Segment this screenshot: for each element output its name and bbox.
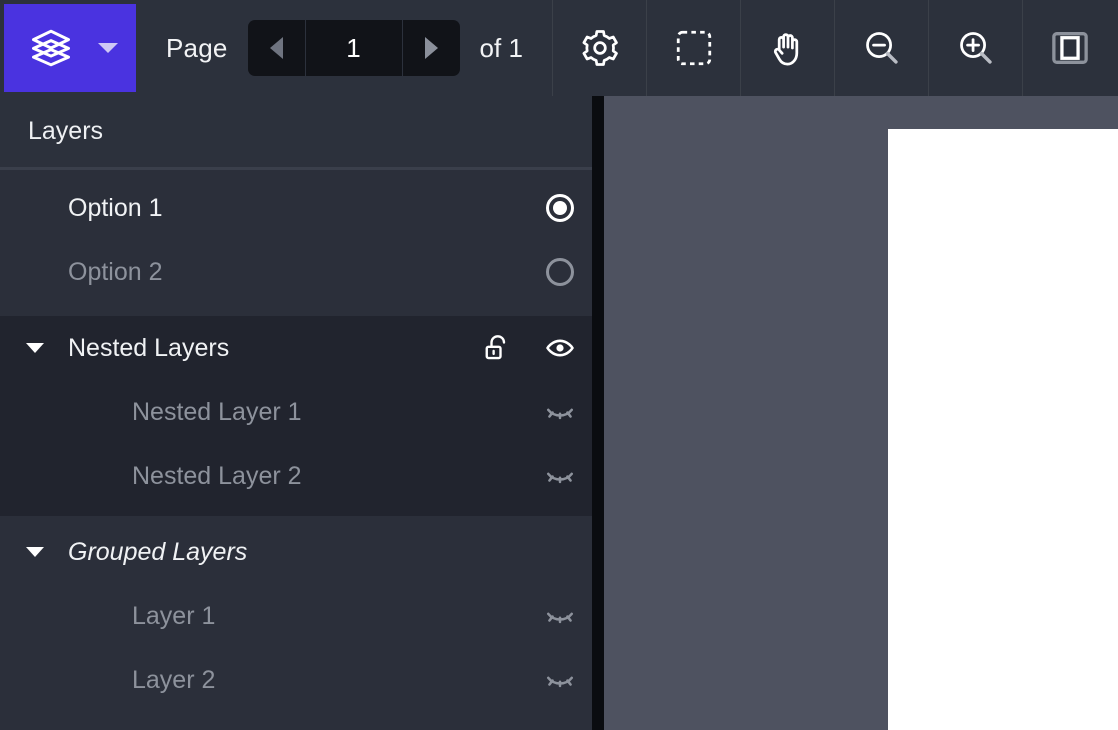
eye-off-icon — [547, 676, 573, 688]
visibility-toggle-button[interactable] — [528, 332, 592, 364]
layers-stack-icon — [32, 29, 70, 67]
page-navigation-group: Page of 1 — [140, 0, 523, 96]
page-number-input[interactable] — [305, 20, 402, 76]
gear-icon — [581, 30, 618, 66]
page-count-label: of 1 — [479, 32, 523, 63]
layer-row-layer-1[interactable]: Layer 1 — [0, 584, 592, 648]
zoom-out-button[interactable] — [834, 0, 928, 96]
row-controls — [464, 316, 592, 380]
pan-button[interactable] — [740, 0, 834, 96]
unlock-toggle-button[interactable] — [464, 333, 528, 363]
disclosure-triangle-down-icon[interactable] — [26, 547, 44, 557]
eye-icon — [546, 339, 574, 357]
layer-label: Option 1 — [68, 193, 163, 222]
page-label: Page — [166, 32, 228, 63]
document-page[interactable] — [888, 129, 1118, 730]
layer-label: Layer 2 — [132, 665, 216, 694]
magnifier-minus-icon — [865, 32, 898, 64]
row-controls — [528, 380, 592, 444]
panel-divider[interactable] — [592, 96, 604, 730]
layer-row-option-1[interactable]: Option 1 — [0, 176, 592, 240]
toolbar-tool-buttons — [552, 0, 1116, 96]
radio-selected-icon — [546, 194, 574, 222]
radio-button-option-1[interactable] — [528, 194, 592, 222]
hand-icon — [773, 33, 798, 66]
layer-label: Option 2 — [68, 257, 163, 286]
eye-off-icon — [547, 408, 573, 420]
previous-page-button[interactable] — [247, 20, 306, 76]
layers-panel: Layers Option 1 Option 2 Nested Layers N… — [0, 96, 592, 730]
layer-label: Nested Layers — [68, 333, 230, 362]
visibility-toggle-button[interactable] — [528, 396, 592, 428]
layer-label: Nested Layer 2 — [132, 461, 302, 490]
disclosure-triangle-down-icon[interactable] — [26, 343, 44, 353]
unlock-icon — [485, 335, 506, 360]
layers-section-options: Option 1 Option 2 — [0, 176, 592, 310]
app-root: Page of 1 — [0, 0, 1118, 730]
settings-button[interactable] — [552, 0, 646, 96]
toolbar: Page of 1 — [0, 0, 1118, 96]
next-page-button[interactable] — [401, 20, 460, 76]
radio-dot — [553, 201, 567, 215]
magnifier-plus-icon — [959, 32, 992, 64]
chevron-down-icon — [98, 43, 118, 53]
layers-panel-header: Layers — [0, 96, 592, 170]
layer-row-layer-2[interactable]: Layer 2 — [0, 648, 592, 712]
zoom-in-button[interactable] — [928, 0, 1022, 96]
panel-title: Layers — [28, 117, 104, 145]
triangle-right-icon — [424, 37, 438, 59]
page-panel-icon — [1051, 32, 1088, 64]
eye-off-icon — [547, 612, 573, 624]
layer-row-nested-layer-1[interactable]: Nested Layer 1 — [0, 380, 592, 444]
row-controls — [528, 240, 592, 304]
visibility-toggle-button[interactable] — [528, 600, 592, 632]
layer-row-nested-layers-group[interactable]: Nested Layers — [0, 316, 592, 380]
visibility-toggle-button[interactable] — [528, 664, 592, 696]
triangle-left-icon — [269, 37, 283, 59]
eye-off-icon — [547, 472, 573, 484]
layer-label: Layer 1 — [132, 601, 216, 630]
layer-label: Grouped Layers — [68, 537, 248, 566]
document-canvas[interactable] — [604, 96, 1118, 730]
layers-section-nested: Nested Layers Nested Layer 1 Nested Laye… — [0, 316, 592, 516]
page-layout-button[interactable] — [1022, 0, 1116, 96]
row-controls — [528, 648, 592, 712]
row-controls — [528, 584, 592, 648]
row-controls — [528, 444, 592, 508]
layer-label: Nested Layer 1 — [132, 397, 302, 426]
row-controls — [528, 176, 592, 240]
dashed-rectangle-icon — [676, 30, 711, 66]
marquee-select-button[interactable] — [646, 0, 740, 96]
layer-row-grouped-layers-group[interactable]: Grouped Layers — [0, 520, 592, 584]
layers-panel-toggle-button[interactable] — [4, 4, 136, 92]
layer-row-nested-layer-2[interactable]: Nested Layer 2 — [0, 444, 592, 508]
radio-unselected-icon — [546, 258, 574, 286]
layers-section-grouped: Grouped Layers Layer 1 Layer 2 — [0, 520, 592, 712]
radio-button-option-2[interactable] — [528, 258, 592, 286]
layer-row-option-2[interactable]: Option 2 — [0, 240, 592, 304]
page-stepper — [247, 20, 460, 76]
visibility-toggle-button[interactable] — [528, 460, 592, 492]
